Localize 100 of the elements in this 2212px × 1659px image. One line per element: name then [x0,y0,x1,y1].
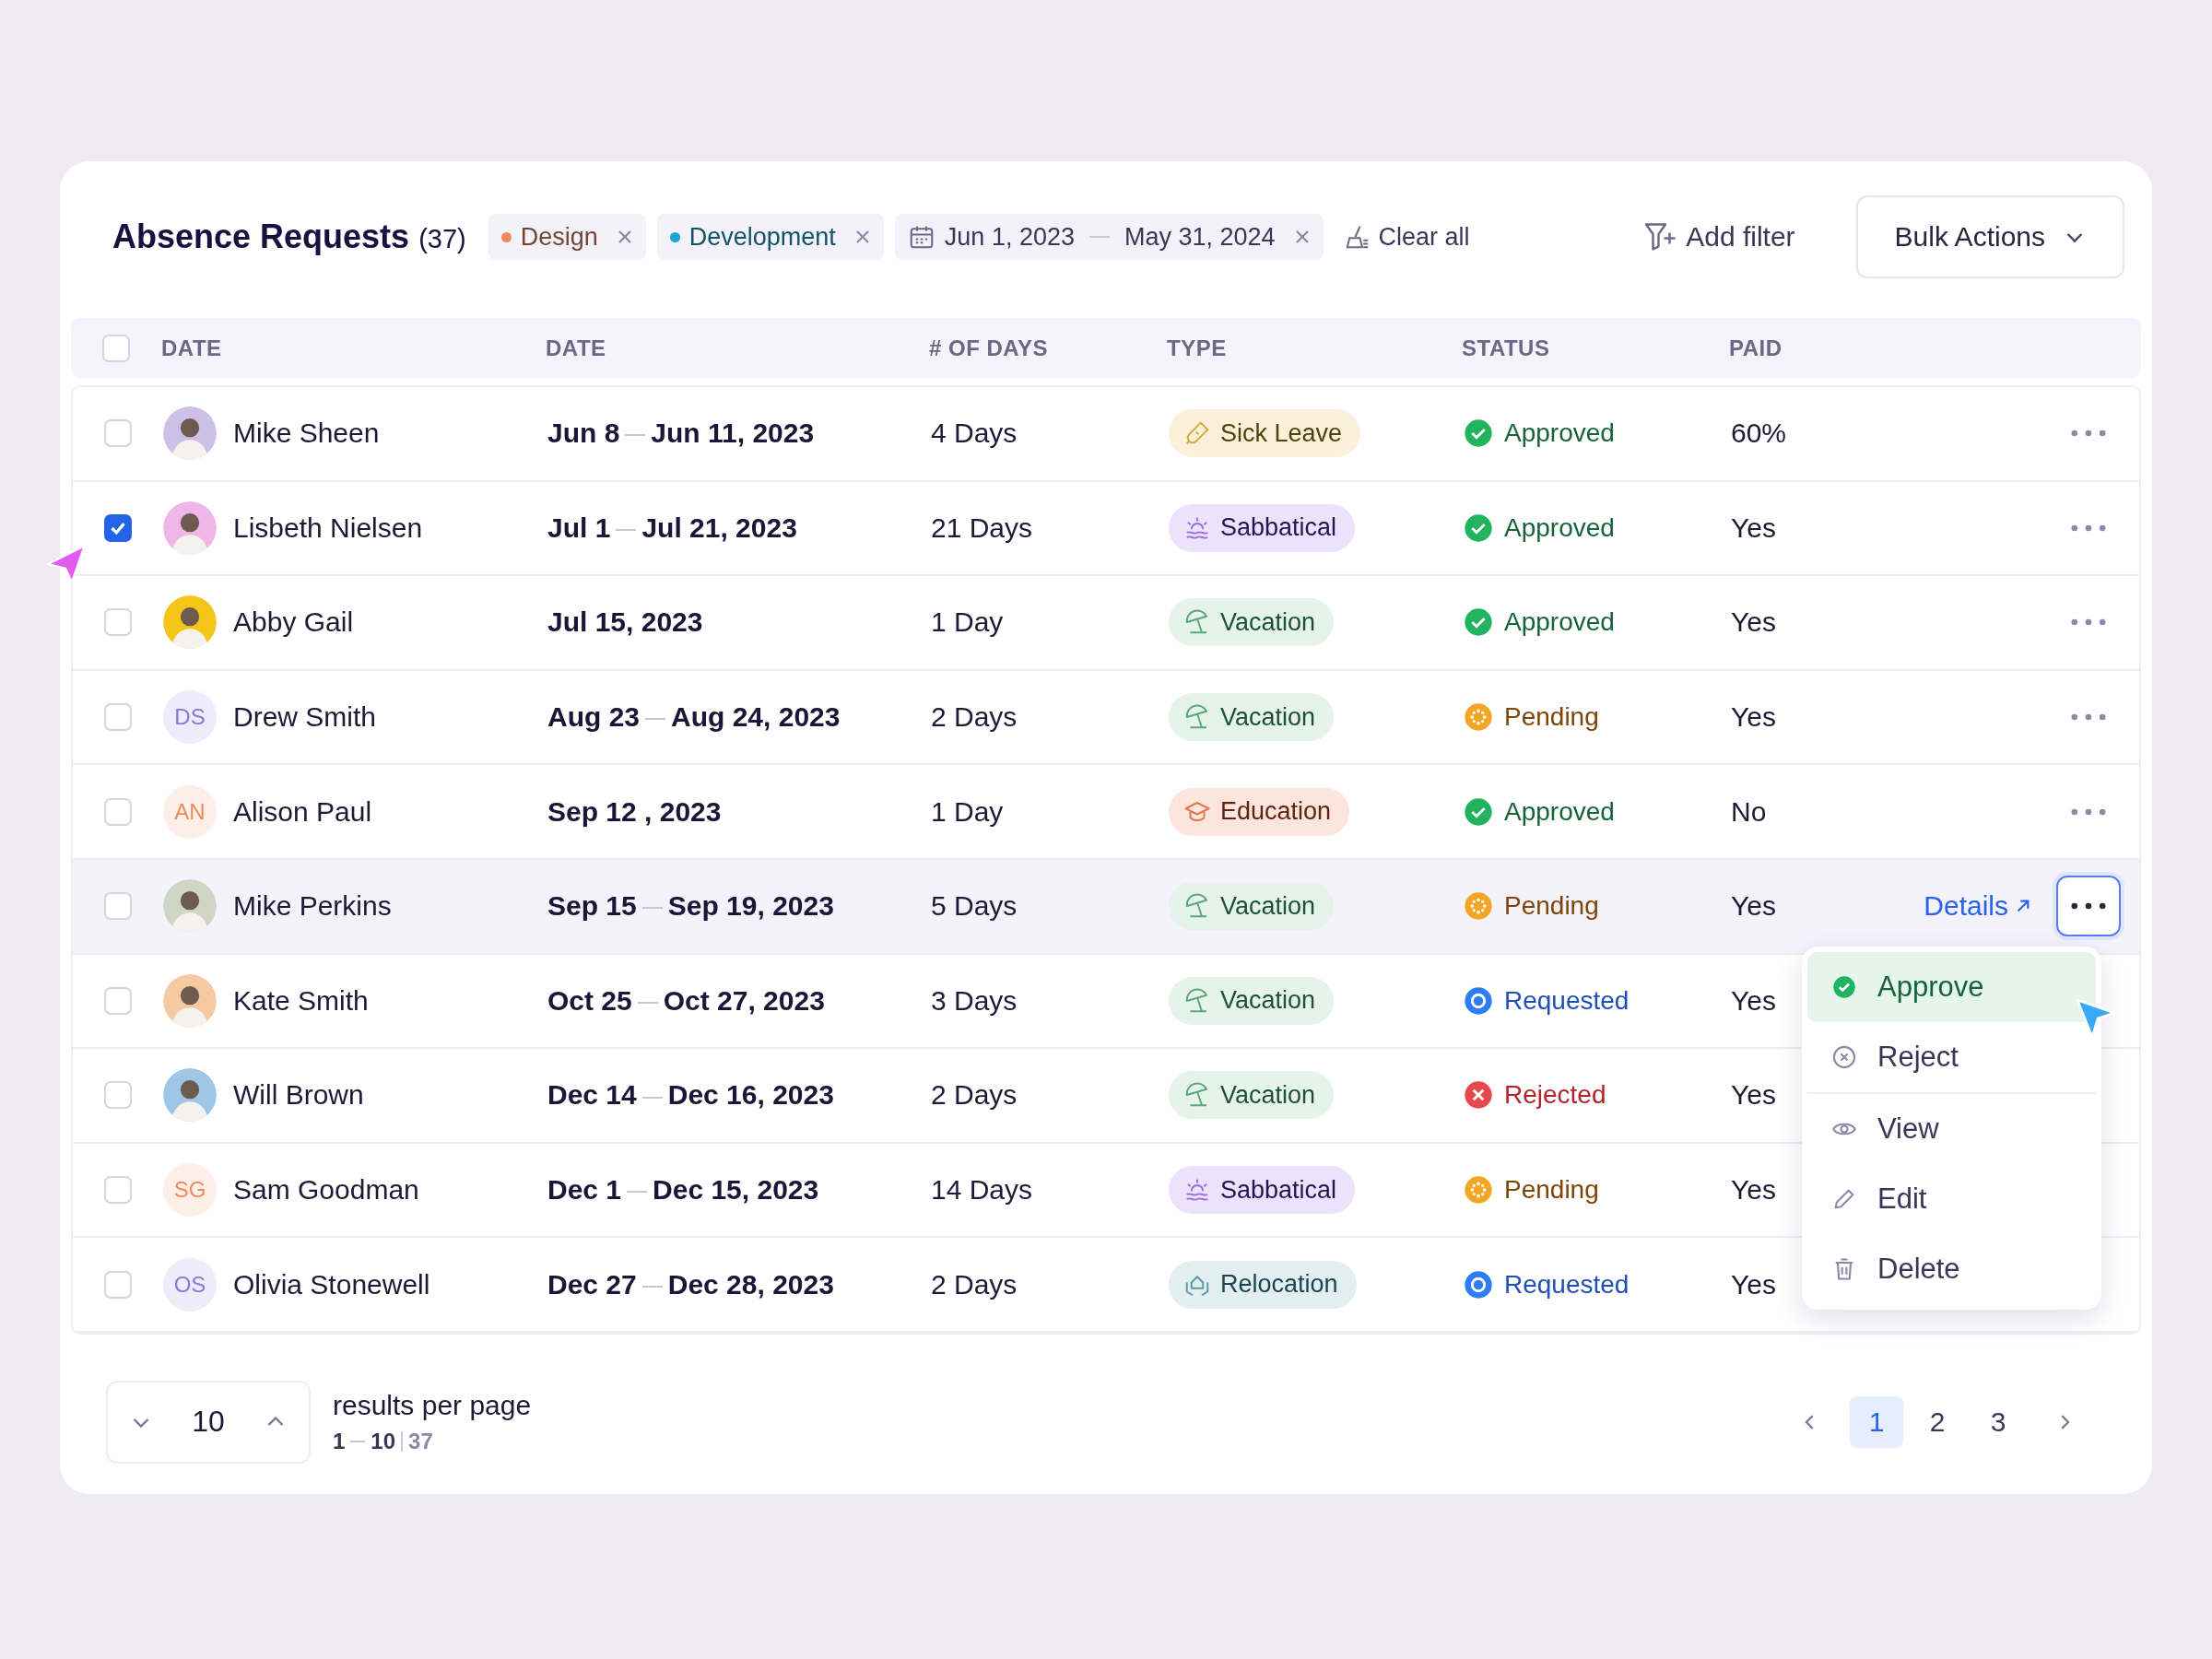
initials-avatar: DS [163,690,217,745]
date-text: Jun 11, 2023 [651,418,815,449]
date-text: Dec 27 [547,1268,637,1300]
column-header: # OF DAYS [929,335,1049,361]
check-circle-icon [1464,607,1493,638]
employee-name: Mike Perkins [233,890,392,923]
employee-name: Alison Paul [233,795,372,828]
date-text: Dec 14 [547,1079,637,1111]
column-header: DATE [161,335,223,361]
date-text: Dec 28, 2023 [667,1268,834,1300]
table-row[interactable]: Kate Smith Oct 25 Oct 27, 2023 3 Days Vacation Requested Yes [73,954,1801,1048]
table-row[interactable]: Abby Gail Jul 15, 2023 1 Day Vacation Approved Yes [73,576,1801,669]
date-text: Aug 24, 2023 [671,701,841,733]
select-all-checkbox[interactable] [102,334,130,362]
table-row[interactable]: SG Sam Goodman Dec 1 Dec 15, 2023 14 Days Sabbatical Pending Yes [73,1143,1801,1237]
initials-avatar: OS [163,1257,217,1312]
page-button[interactable]: 1 [1850,1395,1903,1448]
close-icon[interactable] [1293,229,1311,245]
page-button[interactable]: 3 [1971,1395,2025,1448]
table-row[interactable]: DS Drew Smith Aug 23 Aug 24, 2023 2 Days Vacation Pending Yes [73,670,1801,764]
type-badge: Vacation [1169,1071,1335,1120]
days-text: 3 Days [931,984,1018,1017]
table-row[interactable]: Will Brown Dec 14 Dec 16, 2023 2 Days Vacation Rejected Yes [73,1049,1801,1142]
page-button[interactable]: 2 [1911,1395,1964,1448]
menu-item[interactable]: View [1807,1094,2096,1164]
more-icon [2071,524,2106,532]
close-icon[interactable] [616,229,633,245]
date-text: Jun 8 [547,418,620,449]
page-title: Absence Requests (37) [112,218,466,256]
date-range-chip[interactable]: Jun 1, 2023 May 31, 2024 [894,214,1324,260]
pending-icon [1464,891,1493,922]
column-header: PAID [1729,335,1783,361]
ring-icon [1464,1269,1493,1300]
arrow-up-right-icon [2016,899,2030,914]
type-badge: Vacation [1169,976,1335,1025]
check-circle-icon [1464,796,1493,827]
days-text: 2 Days [931,1079,1018,1112]
row-checkbox[interactable] [104,513,132,542]
status-text: Requested [1504,1269,1630,1300]
status-text: Rejected [1504,1080,1606,1111]
date-text: Jul 1 [547,512,611,543]
days-text: 1 Day [931,795,1005,828]
days-text: 1 Day [931,606,1005,639]
menu-item[interactable]: Edit [1807,1164,2096,1234]
status-text: Approved [1504,418,1615,449]
type-badge: Sabbatical [1169,503,1356,552]
status-text: Requested [1504,985,1630,1016]
per-page-stepper[interactable]: 10 [106,1380,311,1464]
employee-name: Kate Smith [233,984,369,1017]
filter-chip[interactable]: Development [656,214,884,260]
filter-plus-icon [1643,220,1677,253]
close-icon[interactable] [853,229,871,245]
employee-name: Lisbeth Nielsen [233,512,423,544]
menu-item[interactable]: Approve [1807,952,2096,1022]
days-text: 14 Days [931,1174,1034,1206]
paid-text: Yes [1731,512,1776,544]
table-row[interactable]: Mike Sheen Jun 8 Jun 11, 2023 4 Days Sick Leave Approved 60% [73,387,1801,480]
x-circle-icon [1831,1044,1857,1070]
column-header: DATE [546,335,607,361]
add-filter-button[interactable]: Add filter [1643,220,1795,253]
pending-icon [1464,1175,1493,1206]
paid-text: 60% [1731,418,1787,450]
employee-name: Olivia Stonewell [233,1268,430,1300]
date-text: Sep 12 , 2023 [547,795,722,827]
days-text: 21 Days [931,512,1034,544]
more-icon [2071,807,2106,816]
clear-all-button[interactable]: Clear all [1343,222,1470,252]
table-row[interactable]: Lisbeth Nielsen Jul 1 Jul 21, 2023 21 Days Sabbatical Approved Yes [73,481,1801,575]
paid-text: Yes [1731,1079,1776,1112]
filter-chip[interactable]: Design [488,214,646,260]
more-icon [2071,902,2106,911]
table-row[interactable]: OS Olivia Stonewell Dec 27 Dec 28, 2023 2 Days Relocation Requested Yes [73,1238,1801,1331]
type-badge: Vacation [1169,598,1335,647]
status-text: Pending [1504,1175,1599,1206]
details-link[interactable]: Details [1924,890,2030,923]
more-icon [2071,713,2106,722]
date-text: Dec 1 [547,1174,622,1206]
menu-item[interactable]: Delete [1807,1234,2096,1304]
column-header: TYPE [1167,335,1228,361]
employee-name: Mike Sheen [233,418,380,450]
type-badge: Vacation [1169,693,1335,742]
employee-name: Sam Goodman [233,1174,419,1206]
ring-icon [1464,985,1493,1016]
date-text: Oct 25 [547,984,632,1016]
range-text: 1 [333,1428,346,1454]
date-text: Dec 16, 2023 [667,1079,834,1111]
check-circle-icon [1464,512,1493,543]
initials-avatar: AN [163,784,217,839]
menu-item[interactable]: Reject [1807,1022,2096,1092]
x-circle-icon [1464,1080,1493,1111]
type-badge: Education [1169,787,1350,836]
total-count: 37 [408,1428,433,1454]
days-text: 4 Days [931,418,1018,450]
bulk-actions-button[interactable]: Bulk Actions [1855,195,2124,278]
pending-icon [1464,702,1493,733]
more-icon [2071,429,2106,438]
date-text: Aug 23 [547,701,641,733]
paid-text: Yes [1731,1174,1776,1206]
table-row[interactable]: AN Alison Paul Sep 12 , 2023 1 Day Education Approved No [73,765,1801,858]
employee-name: Will Brown [233,1079,364,1112]
